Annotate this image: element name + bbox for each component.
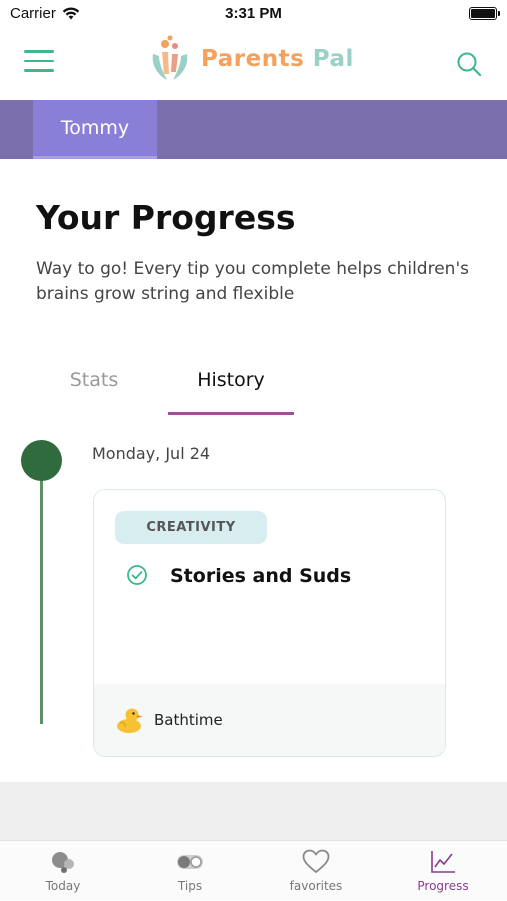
menu-button[interactable] (24, 50, 54, 74)
category-badge: CREATIVITY (115, 511, 267, 544)
today-icon (49, 849, 77, 875)
timeline-line (40, 478, 43, 724)
history-tip-card[interactable]: CREATIVITY Stories and Suds Bathtime (93, 489, 446, 757)
card-footer: Bathtime (94, 684, 445, 756)
tips-icon (176, 849, 204, 875)
child-tab-tommy[interactable]: Tommy (33, 100, 157, 159)
hamburger-line (24, 69, 54, 72)
logo-text-parents: Parents (201, 46, 305, 72)
hamburger-line (24, 59, 54, 62)
history-date: Monday, Jul 24 (92, 444, 211, 463)
routine-label: Bathtime (154, 711, 223, 729)
family-logo-icon (152, 35, 188, 80)
tab-history[interactable]: History (168, 365, 294, 415)
chart-line-icon (429, 849, 457, 875)
page-title: Your Progress (36, 198, 296, 237)
page-subtitle: Way to go! Every tip you complete helps … (36, 259, 469, 304)
battery-icon (469, 7, 500, 20)
timeline-dot (21, 440, 62, 481)
status-bar: Carrier 3:31 PM (0, 0, 507, 28)
nav-label: Today (45, 879, 81, 893)
logo-text-pal: Pal (312, 46, 354, 72)
tip-title: Stories and Suds (170, 565, 352, 587)
clock: 3:31 PM (225, 5, 282, 22)
nav-favorites[interactable]: favorites (253, 841, 379, 901)
app-header: Parents Pal (0, 28, 507, 100)
search-button[interactable] (455, 50, 483, 78)
heart-icon (302, 849, 330, 875)
progress-tabs: Stats History (0, 365, 507, 417)
search-icon (457, 52, 482, 77)
tab-stats[interactable]: Stats (38, 365, 150, 415)
logo-text: Parents Pal (201, 46, 354, 72)
bottom-nav: Today Tips favorites Progress (0, 840, 507, 900)
nav-label: favorites (289, 879, 343, 893)
nav-label: Tips (177, 879, 203, 893)
hamburger-line (24, 50, 54, 53)
nav-tips[interactable]: Tips (127, 841, 253, 901)
content-footer-band (0, 782, 507, 840)
nav-label: Progress (417, 879, 469, 893)
rubber-duck-icon (117, 708, 143, 733)
app-logo: Parents Pal (145, 34, 354, 84)
nav-today[interactable]: Today (0, 841, 126, 901)
check-circle-icon (127, 565, 147, 585)
child-selector-bar: Tommy (0, 100, 507, 159)
nav-progress[interactable]: Progress (380, 841, 506, 901)
